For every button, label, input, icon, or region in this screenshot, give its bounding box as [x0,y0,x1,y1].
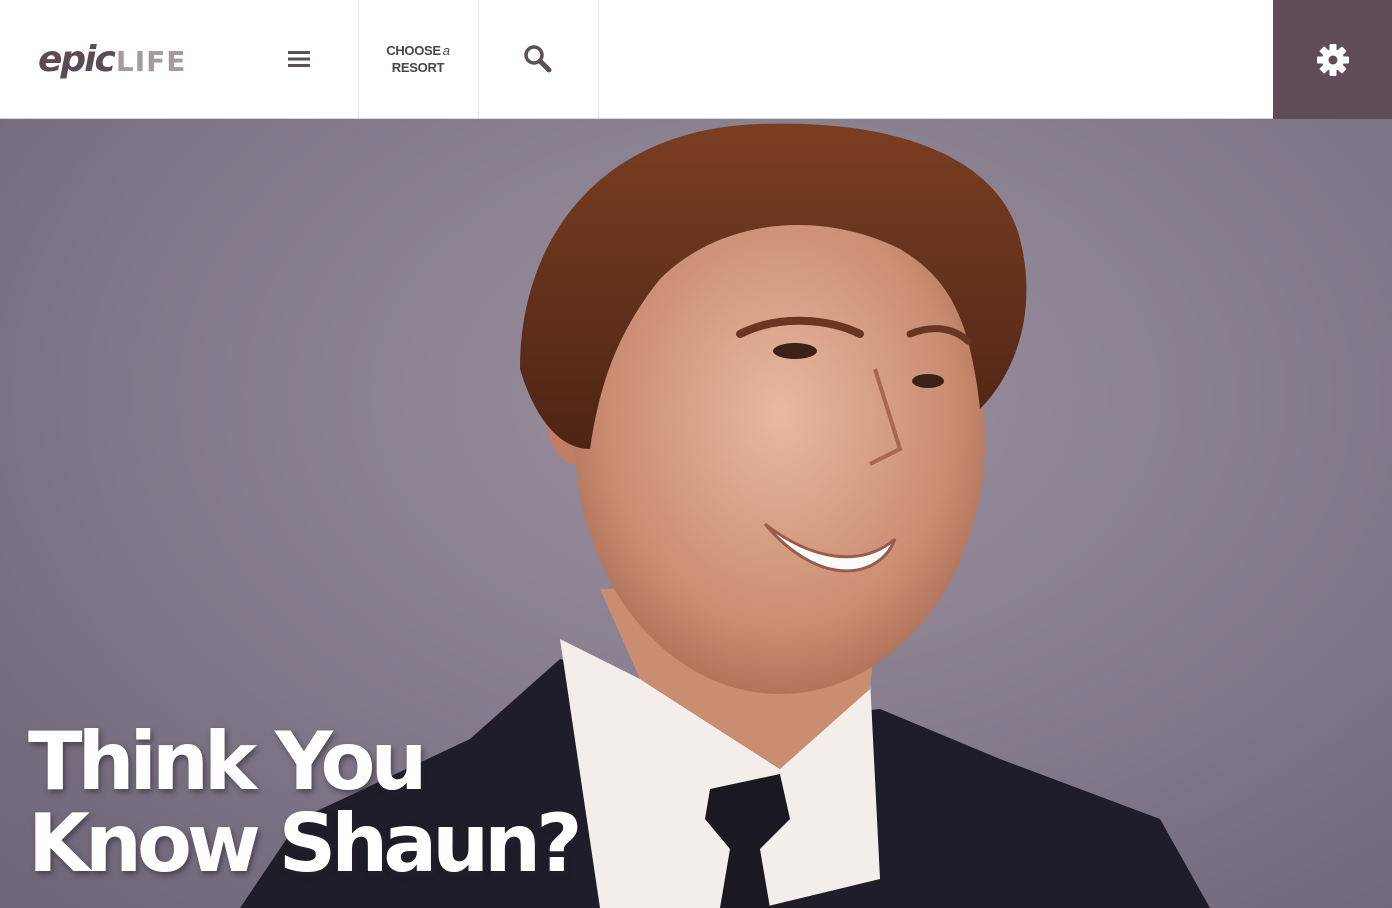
menu-icon [287,51,310,67]
choose-text: CHOOSE [386,43,441,58]
hero-title-line1: Think You [28,715,427,808]
settings-button[interactable] [1273,0,1392,119]
choose-resort-label: CHOOSE a RESORT [386,42,450,76]
search-icon [524,45,552,73]
hero-title[interactable]: Think You Know Shaun? [28,715,583,890]
search-button[interactable] [478,0,597,118]
menu-button[interactable] [239,0,358,118]
choose-resort-button[interactable]: CHOOSE a RESORT [358,0,477,118]
epiclife-logo[interactable]: epic LIFE [38,40,186,84]
resort-text: RESORT [391,60,445,75]
hero-title-line2: Know Shaun? [28,797,583,890]
gear-icon [1316,43,1349,76]
choose-article: a [442,43,450,58]
top-header: epic LIFE CHOOSE a RESORT [0,0,1392,119]
logo-epic-text: epic [38,39,116,80]
header-divider [598,0,599,118]
hero-banner[interactable]: Think You Know Shaun? [0,119,1392,908]
logo-life-text: LIFE [115,45,187,78]
